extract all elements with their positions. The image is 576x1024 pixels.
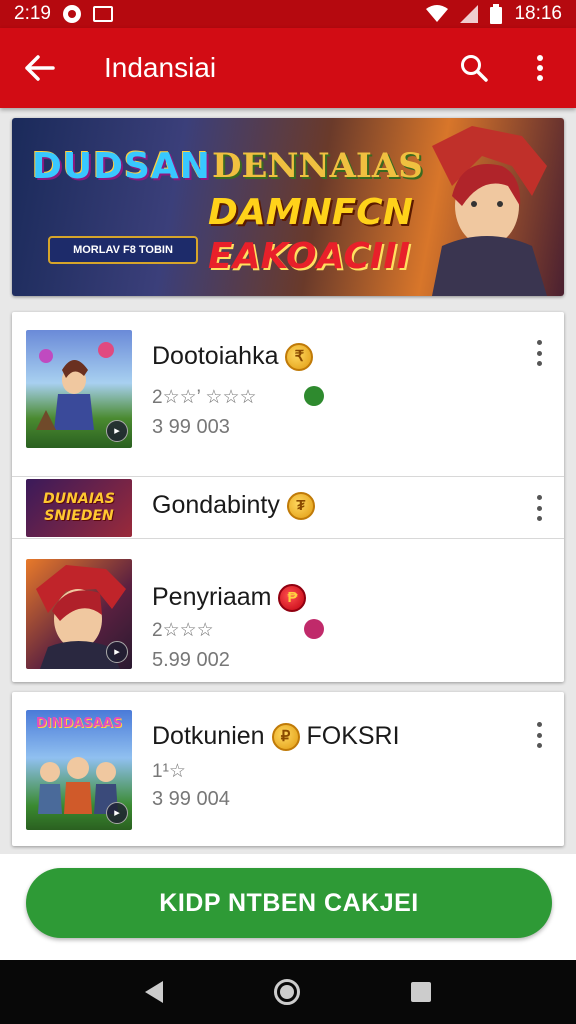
search-button[interactable] bbox=[450, 44, 498, 92]
app-rating: 1¹☆ bbox=[152, 761, 186, 782]
app-name-text: Penyriaam bbox=[152, 583, 272, 611]
play-badge-icon: ▸ bbox=[106, 641, 128, 663]
nav-back-icon[interactable] bbox=[145, 981, 164, 1003]
app-downloads: 3 99 004 bbox=[152, 788, 230, 810]
category-dot-icon bbox=[304, 386, 324, 406]
app-downloads: 3 99 003 bbox=[152, 416, 230, 438]
app-name: Dotkunien ₽ FOKSRI bbox=[152, 722, 400, 752]
bottom-action-area: KIDP NTBEN CAKJEI bbox=[0, 854, 576, 960]
page-title: Indansiai bbox=[104, 52, 217, 83]
app-downloads: 5.99 002 bbox=[152, 649, 230, 671]
app-thumbnail: ▸ bbox=[26, 559, 132, 669]
battery-icon bbox=[490, 4, 503, 24]
app-thumbnail: DINDASAAS ▸ bbox=[26, 710, 132, 830]
list-item[interactable]: DINDASAAS ▸ Dotkunien ₽ FOKSRI 1¹☆ 3 99 … bbox=[12, 692, 564, 846]
item-more-button[interactable] bbox=[528, 493, 550, 523]
status-clock: 18:16 bbox=[514, 3, 562, 24]
play-badge-icon: ▸ bbox=[106, 420, 128, 442]
app-name-suffix: FOKSRI bbox=[306, 722, 400, 750]
arrow-left-icon bbox=[25, 55, 55, 81]
banner-title-bottom: EAKOACIII bbox=[208, 236, 411, 277]
item-more-button[interactable] bbox=[528, 720, 550, 750]
install-button[interactable]: KIDP NTBEN CAKJEI bbox=[26, 868, 552, 938]
banner-subtitle: MORLAV F8 TOBIN bbox=[48, 236, 198, 264]
system-nav-bar bbox=[0, 960, 576, 1024]
signal-icon bbox=[460, 5, 479, 23]
screenshot-icon bbox=[92, 6, 113, 22]
app-thumbnail: ▸ bbox=[26, 330, 132, 448]
nav-recents-icon[interactable] bbox=[410, 982, 431, 1002]
play-badge-icon: ▸ bbox=[106, 802, 128, 824]
overflow-menu-button[interactable] bbox=[516, 44, 564, 92]
app-name: Gondabinty ₮ bbox=[152, 491, 315, 521]
list-item[interactable]: ▸ Penyriaam ₱ 2☆☆☆ 5.99 002 bbox=[12, 539, 564, 682]
app-name: Penyriaam ₱ bbox=[152, 583, 307, 613]
app-bar: Indansiai bbox=[0, 28, 576, 108]
nav-home-icon[interactable] bbox=[273, 979, 300, 1005]
app-name-text: Gondabinty bbox=[152, 491, 280, 519]
app-thumbnail: DUNAIAS SNIEDEN bbox=[26, 479, 132, 537]
app-list-card: DINDASAAS ▸ Dotkunien ₽ FOKSRI 1¹☆ 3 99 … bbox=[12, 692, 564, 846]
coin-badge-icon: ₹ bbox=[285, 343, 314, 372]
app-name: Dootoiahka ₹ bbox=[152, 342, 314, 372]
promo-banner[interactable]: DUDSAN MORLAV F8 TOBIN DENNAIAS DAMNFCN … bbox=[12, 118, 564, 296]
banner-logo-text: DUDSAN bbox=[32, 146, 211, 187]
back-button[interactable] bbox=[14, 42, 66, 94]
banner-title-top: DENNAIAS bbox=[212, 146, 423, 186]
hero-character-image bbox=[432, 126, 547, 296]
search-icon bbox=[461, 55, 488, 82]
status-bar: 2:19 18:16 bbox=[0, 0, 576, 28]
list-item[interactable]: DUNAIAS SNIEDEN Gondabinty ₮ bbox=[12, 477, 564, 537]
item-more-button[interactable] bbox=[528, 338, 550, 368]
list-item[interactable]: ▸ Dootoiahka ₹ 2☆☆’ ☆☆☆ 3 99 003 bbox=[12, 312, 564, 476]
thumbnail-title: DINDASAAS bbox=[35, 716, 123, 731]
coin-badge-icon: ₽ bbox=[271, 723, 300, 752]
thumbnail-title: DUNAIAS SNIEDEN bbox=[43, 491, 115, 524]
app-rating: 2☆☆’ ☆☆☆ bbox=[152, 387, 257, 408]
app-rating: 2☆☆☆ bbox=[152, 620, 214, 641]
status-time: 2:19 bbox=[14, 3, 51, 24]
more-vert-icon bbox=[537, 55, 543, 81]
app-name-text: Dotkunien bbox=[152, 722, 265, 750]
app-list-card: ▸ Dootoiahka ₹ 2☆☆’ ☆☆☆ 3 99 003 DUNAIAS… bbox=[12, 312, 564, 682]
app-name-text: Dootoiahka bbox=[152, 342, 279, 370]
coin-badge-icon: ₮ bbox=[286, 492, 315, 521]
wifi-icon bbox=[426, 5, 449, 22]
coin-badge-icon: ₱ bbox=[278, 584, 307, 613]
banner-title-mid: DAMNFCN bbox=[208, 192, 413, 233]
notification-icon bbox=[62, 5, 81, 23]
category-dot-icon bbox=[304, 619, 324, 639]
